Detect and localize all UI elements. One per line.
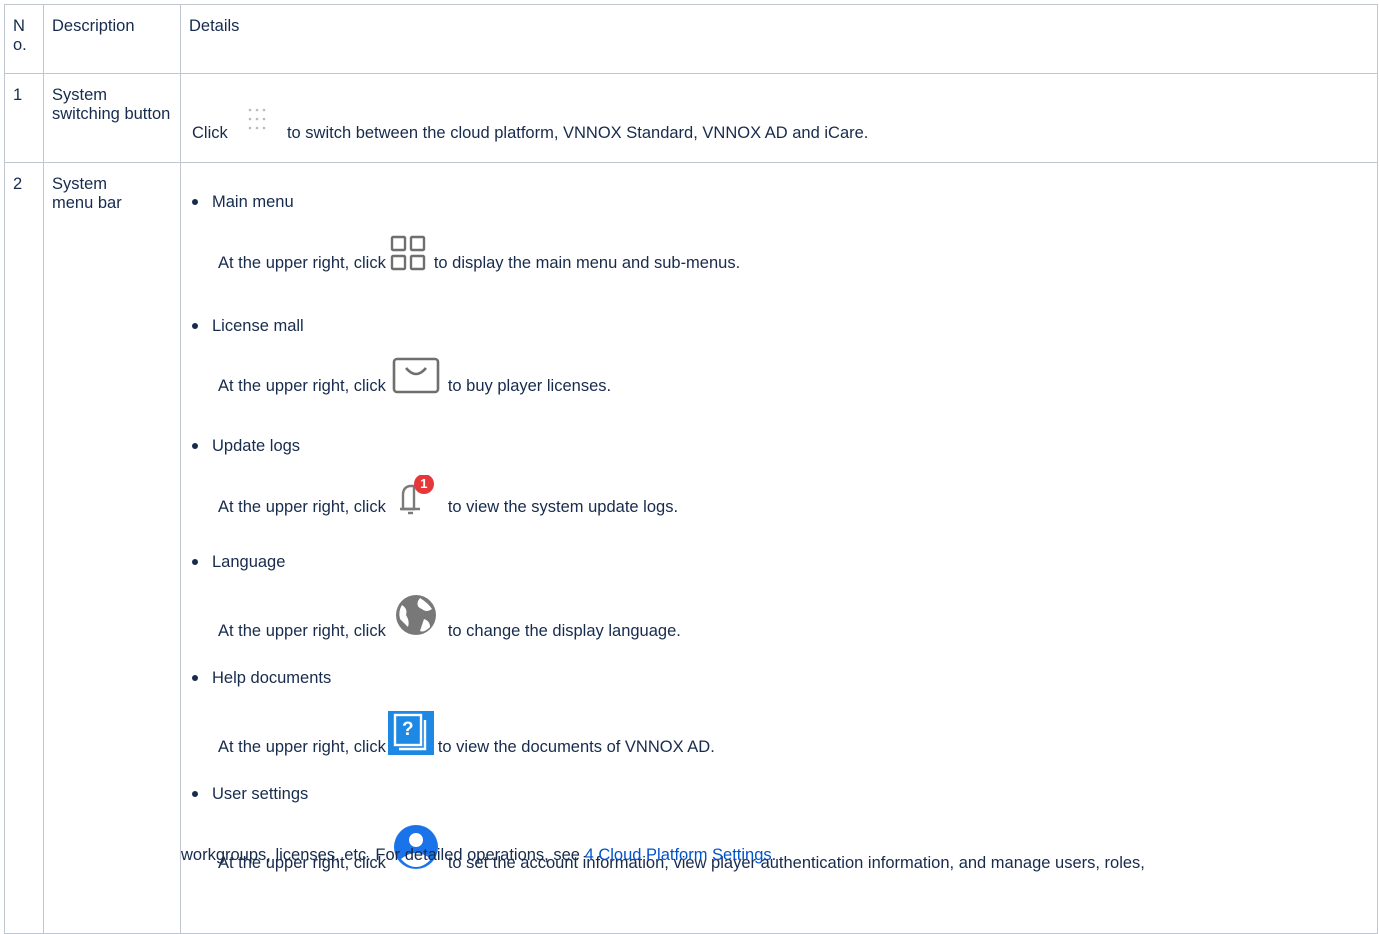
row2-details: Main menu At the upper right, click to d… [180, 162, 1378, 934]
cloud-platform-settings-link[interactable]: 4 Cloud Platform Settings [585, 846, 772, 864]
help-documents-desc: At the upper right, click ? to view the … [218, 709, 715, 757]
row1-no: 1 [4, 73, 44, 163]
bell-badge-icon: 1 [386, 475, 448, 517]
globe-icon [386, 593, 448, 641]
update-logs-desc: At the upper right, click 1 to view the … [218, 475, 679, 517]
list-item-main-menu: Main menu [192, 193, 294, 211]
description-table: No. Description Details 1 System switchi… [4, 4, 1378, 934]
row2-description: System menu bar [43, 162, 181, 934]
row1-click-text: Click [192, 124, 228, 142]
list-item-update-logs: Update logs [191, 437, 301, 455]
license-mall-desc: At the upper right, click to buy player … [218, 356, 611, 396]
four-squares-icon [386, 235, 434, 273]
user-settings-desc-cont: workgroups, licenses, etc. For detailed … [181, 846, 777, 864]
row1-after-text: to switch between the cloud platform, VN… [286, 124, 869, 142]
row2-no: 2 [4, 162, 44, 934]
list-item-license-mall: License mall [192, 317, 304, 335]
table-row: 2 System menu bar Main menu At the upper… [4, 162, 1378, 934]
main-menu-desc: At the upper right, click to display the… [218, 235, 740, 273]
language-desc: At the upper right, click to change the … [218, 593, 681, 641]
notification-badge: 1 [420, 476, 428, 491]
list-item-language: Language [191, 553, 286, 571]
table-row: 1 System switching button Click to switc… [4, 73, 1378, 163]
header-description: Description [43, 4, 181, 74]
row1-description: System switching button [43, 73, 181, 163]
header-no: No. [4, 4, 44, 74]
list-item-help-documents: Help documents [191, 669, 332, 687]
help-doc-icon: ? [386, 709, 438, 757]
header-details: Details [180, 4, 1378, 74]
dots-grid-icon [232, 101, 282, 143]
row1-details: Click to switch between the cloud platfo… [180, 73, 1378, 163]
list-item-user-settings: User settings [191, 785, 309, 803]
help-question-mark: ? [402, 719, 414, 740]
shopping-bag-icon [386, 356, 448, 396]
table-header-row: No. Description Details [4, 4, 1378, 74]
